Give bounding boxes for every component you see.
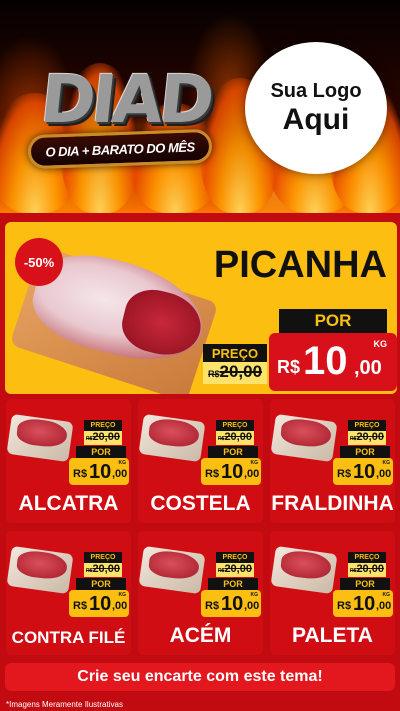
old-price: R$ 20,00 bbox=[216, 563, 254, 577]
price-integer: 10 bbox=[89, 593, 112, 615]
product-card[interactable]: PREÇO R$ 20,00 POR R$ 10,00 KG PALETA bbox=[269, 530, 396, 656]
product-card[interactable]: PREÇO R$ 20,00 POR R$ 10,00 KG ALCATRA bbox=[5, 398, 132, 524]
preco-label: PREÇO bbox=[216, 420, 254, 431]
price-integer: 10 bbox=[89, 461, 112, 483]
header-banner: DIAD O DIA + BARATO DO MÊS Sua Logo Aqui bbox=[0, 0, 400, 213]
new-price: R$ 10,00 KG bbox=[333, 590, 393, 617]
new-price: R$ 10,00 KG bbox=[69, 590, 129, 617]
price-currency: R$ bbox=[337, 468, 352, 480]
diad-logo-text: DIAD bbox=[37, 60, 215, 138]
footnote: *Imagens Meramente Ilustrativas bbox=[6, 700, 123, 709]
price-unit: KG bbox=[382, 592, 391, 598]
product-name: ACÉM bbox=[169, 624, 232, 647]
old-price: R$ 20,00 bbox=[216, 431, 254, 445]
por-label: POR bbox=[279, 309, 387, 333]
old-price-currency: R$ bbox=[207, 369, 220, 379]
new-price: R$ 10 ,00 KG bbox=[269, 333, 397, 391]
old-price: R$ 20,00 bbox=[348, 431, 386, 445]
product-name: ALCATRA bbox=[18, 492, 119, 515]
price-decimal: ,00 bbox=[376, 468, 392, 480]
old-price-value: 20,00 bbox=[92, 431, 120, 443]
price-currency: R$ bbox=[337, 600, 352, 612]
featured-product-name: PICANHA bbox=[213, 244, 387, 286]
preco-label: PREÇO bbox=[348, 420, 386, 431]
por-label: POR bbox=[340, 446, 390, 458]
product-name: COSTELA bbox=[150, 492, 251, 515]
new-price: R$ 10,00 KG bbox=[333, 458, 393, 485]
price-integer: 10 bbox=[221, 461, 244, 483]
old-price: R$ 20,00 bbox=[203, 362, 267, 384]
price-unit: KG bbox=[250, 460, 259, 466]
price-integer: 10 bbox=[353, 461, 376, 483]
price-decimal: ,00 bbox=[354, 357, 382, 379]
price-unit: KG bbox=[382, 460, 391, 466]
new-price: R$ 10,00 KG bbox=[69, 458, 129, 485]
product-name: PALETA bbox=[292, 624, 373, 647]
diad-logo: DIAD bbox=[36, 60, 216, 138]
price-unit: KG bbox=[118, 592, 127, 598]
preco-label: PREÇO bbox=[203, 344, 267, 362]
featured-offer-card[interactable]: -50% PICANHA POR PREÇO R$ 20,00 R$ 10 ,00… bbox=[5, 222, 397, 394]
por-label: POR bbox=[208, 446, 258, 458]
preco-label: PREÇO bbox=[216, 552, 254, 563]
offers-area: -50% PICANHA POR PREÇO R$ 20,00 R$ 10 ,00… bbox=[0, 213, 400, 711]
old-price: R$ 20,00 bbox=[84, 563, 122, 577]
product-name: CONTRA FILÉ bbox=[11, 628, 126, 647]
price-unit: KG bbox=[118, 460, 127, 466]
price-currency: R$ bbox=[205, 468, 220, 480]
preco-label: PREÇO bbox=[84, 552, 122, 563]
old-price-value: 20,00 bbox=[224, 431, 252, 443]
product-card[interactable]: PREÇO R$ 20,00 POR R$ 10,00 KG COSTELA bbox=[137, 398, 264, 524]
por-label: POR bbox=[208, 578, 258, 590]
price-unit: KG bbox=[250, 592, 259, 598]
new-price: R$ 10,00 KG bbox=[201, 590, 261, 617]
cta-button[interactable]: Crie seu encarte com este tema! bbox=[5, 663, 395, 691]
logo-placeholder: Sua Logo Aqui bbox=[245, 42, 387, 174]
price-currency: R$ bbox=[73, 468, 88, 480]
product-card[interactable]: PREÇO R$ 20,00 POR R$ 10,00 KG CONTRA FILÉ bbox=[5, 530, 132, 656]
old-price-value: 20,00 bbox=[356, 431, 384, 443]
preco-label: PREÇO bbox=[348, 552, 386, 563]
old-price-value: 20,00 bbox=[219, 362, 263, 381]
price-decimal: ,00 bbox=[112, 600, 128, 612]
product-name: FRALDINHA bbox=[271, 492, 394, 515]
price-decimal: ,00 bbox=[376, 600, 392, 612]
price-currency: R$ bbox=[205, 600, 220, 612]
preco-label: PREÇO bbox=[84, 420, 122, 431]
price-integer: 10 bbox=[353, 593, 376, 615]
old-price-value: 20,00 bbox=[92, 563, 120, 575]
logo-placeholder-line2: Aqui bbox=[282, 102, 350, 136]
old-price-value: 20,00 bbox=[356, 563, 384, 575]
diad-slogan-text: O DIA + BARATO DO MÊS bbox=[45, 138, 195, 160]
por-label: POR bbox=[76, 446, 126, 458]
product-card[interactable]: PREÇO R$ 20,00 POR R$ 10,00 KG FRALDINHA bbox=[269, 398, 396, 524]
logo-placeholder-line1: Sua Logo bbox=[270, 79, 362, 102]
price-unit: KG bbox=[373, 339, 388, 349]
price-decimal: ,00 bbox=[112, 468, 128, 480]
product-card[interactable]: PREÇO R$ 20,00 POR R$ 10,00 KG ACÉM bbox=[137, 530, 264, 656]
por-label: POR bbox=[76, 578, 126, 590]
price-currency: R$ bbox=[277, 357, 301, 377]
price-currency: R$ bbox=[73, 600, 88, 612]
new-price: R$ 10,00 KG bbox=[201, 458, 261, 485]
por-label: POR bbox=[340, 578, 390, 590]
old-price: R$ 20,00 bbox=[348, 563, 386, 577]
diad-slogan-band: O DIA + BARATO DO MÊS bbox=[27, 128, 213, 170]
price-integer: 10 bbox=[221, 593, 244, 615]
price-integer: 10 bbox=[303, 339, 348, 383]
old-price: R$ 20,00 bbox=[84, 431, 122, 445]
price-decimal: ,00 bbox=[244, 600, 260, 612]
price-decimal: ,00 bbox=[244, 468, 260, 480]
discount-badge: -50% bbox=[15, 238, 63, 286]
old-price-value: 20,00 bbox=[224, 563, 252, 575]
